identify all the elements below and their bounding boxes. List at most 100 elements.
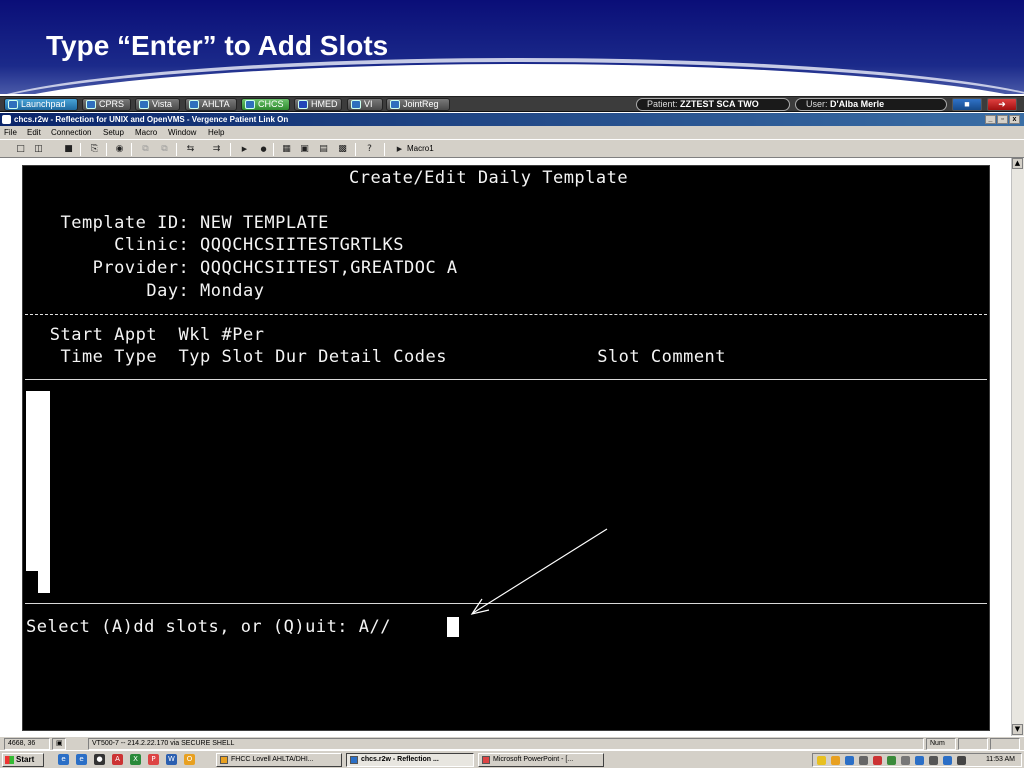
exit-button[interactable]: ➜ <box>987 98 1017 111</box>
hmed-label: HMED <box>311 99 338 109</box>
copy-icon[interactable]: ⧉ <box>139 143 152 155</box>
restore-button[interactable]: ▫ <box>997 115 1008 124</box>
terminal-setup-icon[interactable]: ▩ <box>336 143 349 155</box>
acrobat-icon[interactable]: A <box>112 754 123 765</box>
taskbar: Start e e ● A X P W O FHCC Lovell AHLTA/… <box>0 750 1024 768</box>
task-label: Microsoft PowerPoint - [... <box>493 756 574 763</box>
launchpad-button[interactable]: Launchpad <box>4 98 78 111</box>
terminal-screen[interactable]: Create/Edit Daily Template Template ID: … <box>22 165 990 731</box>
menu-macro[interactable]: Macro <box>135 126 157 139</box>
setup-icon[interactable]: ▦ <box>280 143 293 155</box>
task-powerpoint[interactable]: Microsoft PowerPoint - [... <box>478 753 604 767</box>
user-label: User: <box>806 99 828 109</box>
excel-icon[interactable]: X <box>130 754 141 765</box>
start-button[interactable]: Start <box>2 753 44 767</box>
toolbar-separator <box>80 143 81 156</box>
print-icon[interactable]: ⎘ <box>88 143 101 155</box>
volume-icon[interactable] <box>929 756 938 765</box>
toolbar-separator <box>176 143 177 156</box>
security-icon[interactable] <box>859 756 868 765</box>
connect-icon[interactable]: ⇆ <box>184 143 197 155</box>
display-icon[interactable]: ▣ <box>298 143 311 155</box>
ie-icon[interactable]: e <box>58 754 69 765</box>
chcs-label: CHCS <box>258 99 284 109</box>
minimize-button[interactable]: _ <box>985 115 996 124</box>
text-cursor <box>447 617 459 637</box>
task-label: FHCC Lovell AHLTA/DHI... <box>231 756 314 763</box>
browser-icon[interactable]: e <box>76 754 87 765</box>
word-icon[interactable]: W <box>166 754 177 765</box>
connection-icon[interactable] <box>957 756 966 765</box>
reflection-task-icon <box>350 756 358 764</box>
display-icon[interactable] <box>915 756 924 765</box>
windows-logo-icon <box>5 756 14 764</box>
jointreg-icon <box>390 100 400 109</box>
patient-label: Patient: <box>647 99 678 109</box>
notification-icon[interactable] <box>831 756 840 765</box>
toolbar-separator <box>273 143 274 156</box>
toolbar-separator <box>131 143 132 156</box>
hmed-button[interactable]: HMED <box>294 98 342 111</box>
lock-status-icon: ▣ <box>52 738 66 750</box>
window-title-bar: chcs.r2w - Reflection for UNIX and OpenV… <box>0 113 1024 126</box>
find-icon[interactable]: ◉ <box>113 143 126 155</box>
help-icon[interactable]: ? <box>363 143 376 155</box>
new-file-icon[interactable]: □ <box>14 143 27 155</box>
hmed-icon <box>298 100 308 109</box>
slide-header: Type “Enter” to Add Slots <box>0 0 1024 94</box>
antivirus-icon[interactable] <box>873 756 882 765</box>
vi-button[interactable]: VI <box>347 98 383 111</box>
task-reflection[interactable]: chcs.r2w - Reflection ... <box>346 753 474 767</box>
vertical-scrollbar[interactable] <box>1011 158 1024 736</box>
save-icon[interactable]: ■ <box>62 143 75 155</box>
screen: Type “Enter” to Add Slots Launchpad CPRS… <box>0 0 1024 768</box>
scroll-down-arrow-icon[interactable]: ▼ <box>1012 724 1023 735</box>
menu-help[interactable]: Help <box>208 126 224 139</box>
open-folder-icon[interactable]: ◫ <box>32 143 45 155</box>
macro-run-icon[interactable]: ▶ <box>393 143 406 155</box>
patient-indicator[interactable]: Patient: ZZTEST SCA TWO <box>636 98 790 111</box>
screen-heading: Create/Edit Daily Template <box>349 168 629 188</box>
user-indicator[interactable]: User: D'Alba Merle <box>795 98 947 111</box>
powerpoint-icon[interactable]: P <box>148 754 159 765</box>
macro-button[interactable]: Macro1 <box>407 143 434 155</box>
application-launch-bar: Launchpad CPRS Vista AHLTA CHCS HMED VI <box>0 96 1024 112</box>
task-ahlta[interactable]: FHCC Lovell AHLTA/DHI... <box>216 753 342 767</box>
start-label: Start <box>16 755 35 764</box>
disconnect-icon[interactable]: ⇉ <box>210 143 223 155</box>
menu-window[interactable]: Window <box>168 126 196 139</box>
play-macro-icon[interactable]: ▶ <box>238 143 251 155</box>
jointreg-button[interactable]: JointReg <box>386 98 450 111</box>
clinic-line: Clinic: QQQCHCSIITESTGRTLKS <box>39 235 404 255</box>
menu-connection[interactable]: Connection <box>51 126 91 139</box>
paste-icon[interactable]: ⧉ <box>158 143 171 155</box>
network-icon[interactable] <box>845 756 854 765</box>
connection-status: VT500-7 -- 214.2.22.170 via SECURE SHELL <box>88 738 924 750</box>
clock[interactable]: 11:53 AM <box>986 754 1015 766</box>
close-button[interactable]: x <box>1009 115 1020 124</box>
vi-icon <box>351 100 361 109</box>
outlook-icon[interactable]: O <box>184 754 195 765</box>
record-macro-icon[interactable]: ● <box>257 143 270 155</box>
cprs-icon <box>86 100 96 109</box>
lock-button[interactable]: ■ <box>952 98 982 111</box>
keyboard-icon[interactable]: ▤ <box>317 143 330 155</box>
printer-icon[interactable] <box>901 756 910 765</box>
cprs-button[interactable]: CPRS <box>82 98 131 111</box>
menu-file[interactable]: File <box>4 126 17 139</box>
vista-button[interactable]: Vista <box>135 98 180 111</box>
ahlta-button[interactable]: AHLTA <box>185 98 237 111</box>
update-icon[interactable] <box>887 756 896 765</box>
media-icon[interactable]: ● <box>94 754 105 765</box>
menu-setup[interactable]: Setup <box>103 126 124 139</box>
header-divider <box>25 379 987 380</box>
menu-bar: File Edit Connection Setup Macro Window … <box>0 126 1024 139</box>
vista-icon <box>139 100 149 109</box>
cprs-label: CPRS <box>99 99 125 109</box>
mail-icon[interactable] <box>817 756 826 765</box>
scroll-up-arrow-icon[interactable]: ▲ <box>1012 158 1023 169</box>
menu-edit[interactable]: Edit <box>27 126 41 139</box>
monitor-icon[interactable] <box>943 756 952 765</box>
chcs-button[interactable]: CHCS <box>241 98 290 111</box>
toolbar-separator <box>106 143 107 156</box>
